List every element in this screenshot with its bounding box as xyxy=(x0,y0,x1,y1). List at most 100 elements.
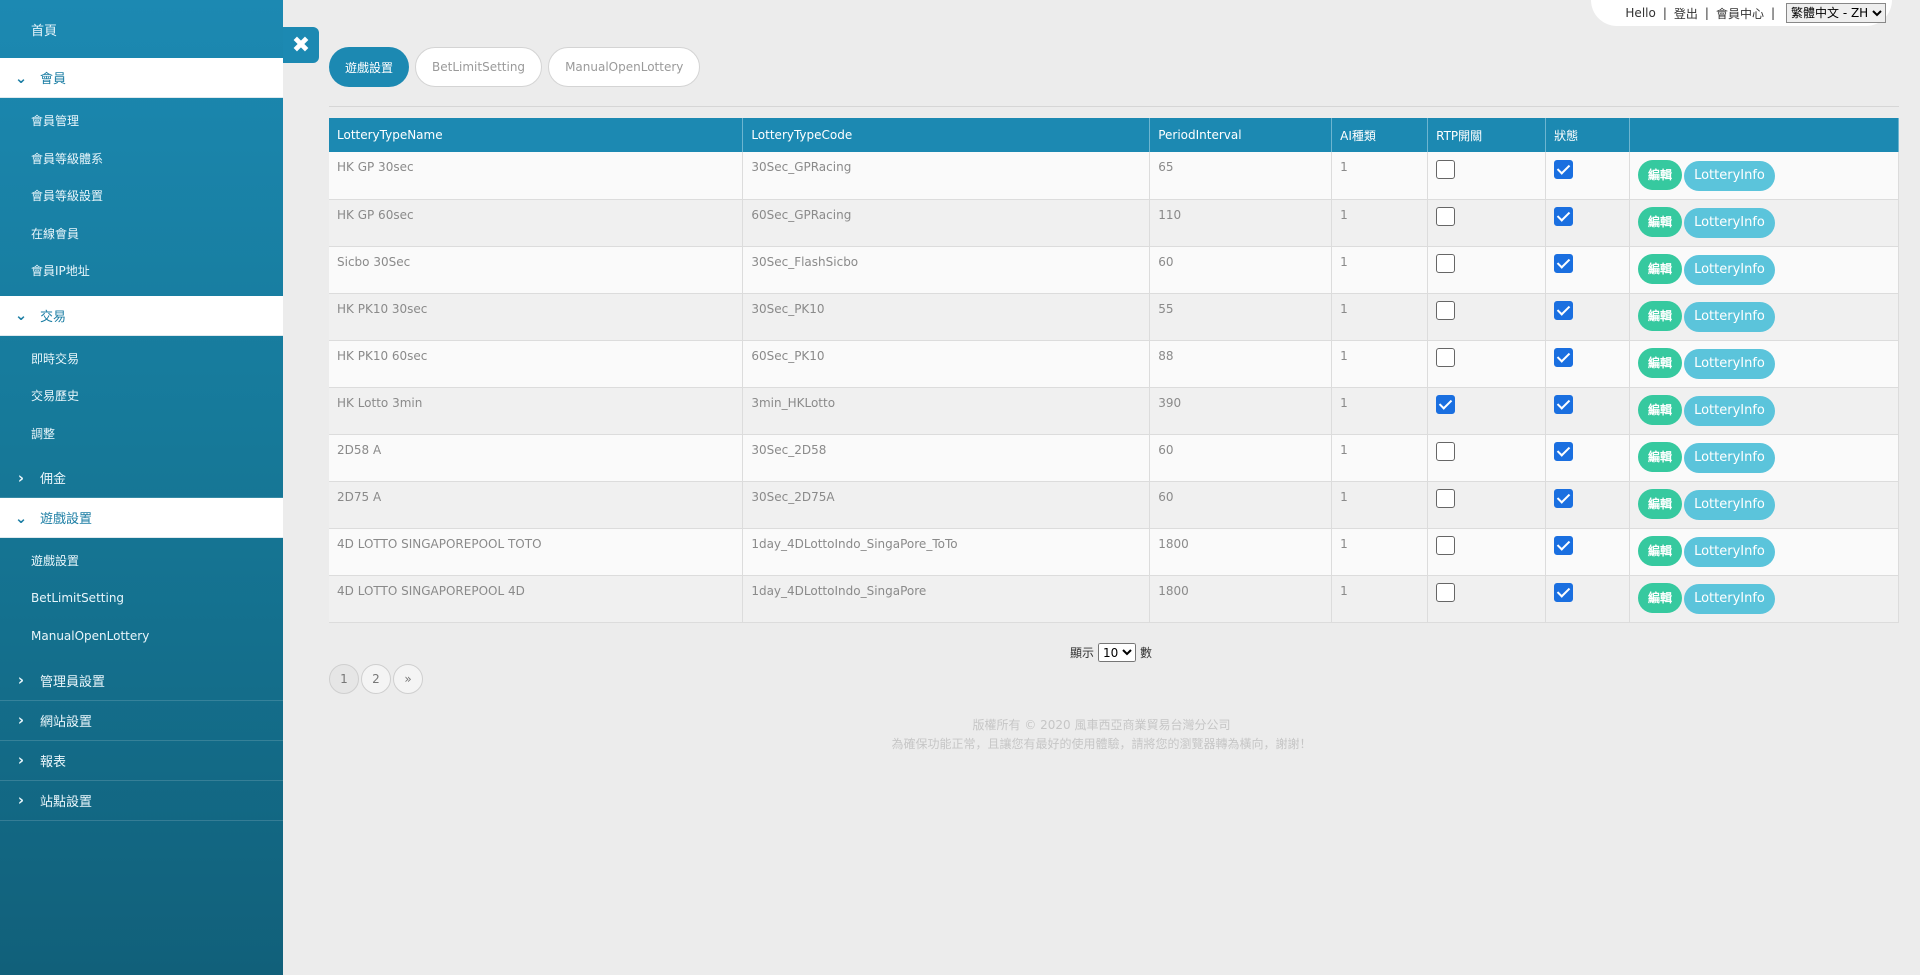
status-checkbox[interactable] xyxy=(1554,254,1574,273)
sidebar-subitem[interactable]: 即時交易 xyxy=(0,340,283,378)
cell-status xyxy=(1545,387,1631,435)
cell-code: 1day_4DLottoIndo_SingaPore_ToTo xyxy=(742,528,1151,576)
edit-button[interactable]: 編輯 xyxy=(1638,583,1683,613)
cell-actions: 編輯 LotteryInfo xyxy=(1629,152,1899,200)
sidebar-group-3[interactable]: ⌄ 遊戲設置 xyxy=(0,498,283,538)
tab-1[interactable]: BetLimitSetting xyxy=(415,47,543,87)
lottery-info-button[interactable]: LotteryInfo xyxy=(1684,302,1775,332)
cell-period: 1800 xyxy=(1149,575,1333,623)
column-header xyxy=(1629,118,1899,152)
cell-rtp xyxy=(1427,199,1547,247)
status-checkbox[interactable] xyxy=(1554,395,1574,414)
page-button[interactable]: 2 xyxy=(361,664,391,694)
chevron-right-icon: › xyxy=(17,751,25,769)
table-row: 4D LOTTO SINGAPOREPOOL TOTO 1day_4DLottoI… xyxy=(329,528,1899,576)
status-checkbox[interactable] xyxy=(1554,442,1574,461)
sidebar-subitem[interactable]: 會員IP地址 xyxy=(0,252,283,290)
logout-link[interactable]: 登出 xyxy=(1674,5,1698,22)
lottery-info-button[interactable]: LotteryInfo xyxy=(1684,443,1775,473)
pagination: 1 2» xyxy=(329,664,423,694)
rtp-checkbox[interactable] xyxy=(1436,536,1456,555)
status-checkbox[interactable] xyxy=(1554,301,1574,320)
sidebar-group-7[interactable]: › 站點設置 xyxy=(0,781,283,821)
cell-period: 110 xyxy=(1149,199,1333,247)
sidebar-subitem[interactable]: ManualOpenLottery xyxy=(0,617,283,655)
page-button[interactable]: 1 xyxy=(329,664,359,694)
edit-button[interactable]: 編輯 xyxy=(1638,395,1683,425)
table-row: HK PK10 30sec 30Sec_PK10 55 1 編輯 LotteryInfo xyxy=(329,293,1899,341)
sidebar-subitem[interactable]: 在線會員 xyxy=(0,215,283,253)
lottery-info-button[interactable]: LotteryInfo xyxy=(1684,490,1775,520)
cell-ai: 1 xyxy=(1331,340,1429,388)
sidebar-subitem[interactable]: BetLimitSetting xyxy=(0,580,283,618)
cell-actions: 編輯 LotteryInfo xyxy=(1629,434,1899,482)
edit-button[interactable]: 編輯 xyxy=(1638,536,1683,566)
table-row: 4D LOTTO SINGAPOREPOOL 4D 1day_4DLottoInd… xyxy=(329,575,1899,623)
cell-name: 2D75 A xyxy=(329,481,744,529)
edit-button[interactable]: 編輯 xyxy=(1638,301,1683,331)
status-checkbox[interactable] xyxy=(1554,489,1574,508)
status-checkbox[interactable] xyxy=(1554,536,1574,555)
rtp-checkbox[interactable] xyxy=(1436,583,1456,602)
member-center-link[interactable]: 會員中心 xyxy=(1716,5,1764,22)
rtp-checkbox[interactable] xyxy=(1436,159,1456,179)
cell-name: 2D58 A xyxy=(329,434,744,482)
sidebar-group-label: 遊戲設置 xyxy=(40,512,93,527)
sidebar-group-0[interactable]: ⌄ 會員 xyxy=(0,58,283,98)
status-checkbox[interactable] xyxy=(1554,583,1574,602)
sidebar-subitem[interactable]: 會員等級體系 xyxy=(0,140,283,178)
rtp-checkbox[interactable] xyxy=(1436,489,1456,508)
edit-button[interactable]: 編輯 xyxy=(1638,159,1683,190)
lottery-info-button[interactable]: LotteryInfo xyxy=(1684,396,1775,426)
edit-button[interactable]: 編輯 xyxy=(1638,348,1683,378)
sidebar-group-2[interactable]: › 佣金 xyxy=(0,458,283,498)
sidebar-group-4[interactable]: › 管理員設置 xyxy=(0,661,283,701)
edit-button[interactable]: 編輯 xyxy=(1638,489,1683,519)
edit-button[interactable]: 編輯 xyxy=(1638,442,1683,472)
rtp-checkbox[interactable] xyxy=(1436,254,1456,273)
sidebar-item-home[interactable]: 首頁 xyxy=(0,0,283,58)
cell-status xyxy=(1545,293,1631,341)
rtp-checkbox[interactable] xyxy=(1436,301,1456,320)
rtp-checkbox[interactable] xyxy=(1436,207,1456,226)
sidebar-subitem[interactable]: 會員等級設置 xyxy=(0,177,283,215)
tab-0[interactable]: 遊戲設置 xyxy=(329,47,410,87)
tab-2[interactable]: ManualOpenLottery xyxy=(548,47,701,87)
cell-period: 65 xyxy=(1149,152,1333,200)
language-select[interactable]: 繁體中文 - ZH xyxy=(1786,3,1886,23)
rtp-checkbox[interactable] xyxy=(1436,348,1456,367)
lottery-type-table: LotteryTypeName LotteryTypeCode PeriodInte… xyxy=(329,118,1899,623)
page-size-select[interactable]: 10 xyxy=(1098,643,1137,662)
chevron-right-icon: › xyxy=(17,791,25,809)
sidebar-subitem[interactable]: 調整 xyxy=(0,415,283,453)
sidebar-group-1[interactable]: ⌄ 交易 xyxy=(0,295,283,336)
rtp-checkbox[interactable] xyxy=(1436,442,1456,461)
sidebar-subitem[interactable]: 交易歷史 xyxy=(0,377,283,415)
lottery-info-button[interactable]: LotteryInfo xyxy=(1684,160,1775,191)
cell-code: 30Sec_2D58 xyxy=(742,434,1151,482)
status-checkbox[interactable] xyxy=(1554,159,1574,179)
lottery-info-button[interactable]: LotteryInfo xyxy=(1684,584,1775,614)
sidebar: 首頁 ⌄ 會員會員管理 會員等級體系 會員等級設置 在線會員 會員IP地址 ⌄ 交易即時交易交… xyxy=(0,0,283,975)
lottery-info-button[interactable]: LotteryInfo xyxy=(1684,349,1775,379)
chevron-right-icon: › xyxy=(17,468,25,487)
lottery-info-button[interactable]: LotteryInfo xyxy=(1684,255,1775,285)
sidebar-close-button[interactable]: ✖ xyxy=(283,27,319,63)
status-checkbox[interactable] xyxy=(1554,348,1574,367)
edit-button[interactable]: 編輯 xyxy=(1638,207,1683,237)
cell-actions: 編輯 LotteryInfo xyxy=(1629,199,1899,247)
rtp-checkbox[interactable] xyxy=(1436,395,1456,414)
next-page-button[interactable]: » xyxy=(393,664,423,694)
lottery-info-button[interactable]: LotteryInfo xyxy=(1684,208,1775,238)
sidebar-group-5[interactable]: › 網站設置 xyxy=(0,701,283,741)
edit-button[interactable]: 編輯 xyxy=(1638,254,1683,284)
chevron-down-icon: ⌄ xyxy=(14,508,28,527)
sidebar-subitem[interactable]: 遊戲設置 xyxy=(0,542,283,580)
page-size-prefix: 顯示 xyxy=(1070,646,1095,660)
sidebar-group-6[interactable]: › 報表 xyxy=(0,741,283,781)
cell-period: 60 xyxy=(1149,434,1333,482)
lottery-info-button[interactable]: LotteryInfo xyxy=(1684,537,1775,567)
sidebar-subitem[interactable]: 會員管理 xyxy=(0,102,283,140)
status-checkbox[interactable] xyxy=(1554,207,1574,226)
sidebar-group-label: 網站設置 xyxy=(40,714,93,730)
